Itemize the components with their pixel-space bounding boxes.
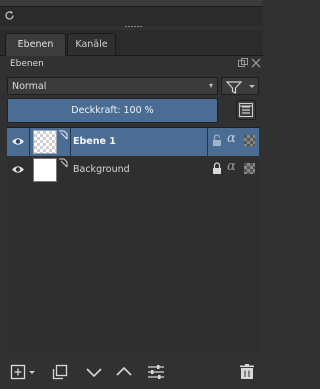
properties-icon	[148, 365, 164, 379]
inherit-alpha-icon[interactable]	[244, 135, 255, 146]
tab-kanaele-label: Kanäle	[75, 39, 108, 50]
opacity-slider[interactable]: Deckkraft: 100 %	[7, 98, 218, 123]
alpha-icon[interactable]: α	[227, 159, 236, 174]
scroll-strip	[0, 0, 263, 7]
row-divider	[207, 128, 208, 156]
move-down-icon	[86, 368, 102, 378]
refresh-icon[interactable]	[4, 10, 15, 21]
close-icon[interactable]	[251, 58, 261, 68]
move-up-icon	[116, 366, 132, 376]
inherit-alpha-icon[interactable]	[244, 163, 255, 174]
row-divider	[70, 128, 71, 156]
layer-properties-button[interactable]	[146, 362, 166, 382]
resize-grip[interactable]	[125, 25, 145, 28]
tab-ebenen[interactable]: Ebenen	[5, 33, 66, 57]
tab-bar: Ebenen Kanäle	[0, 30, 263, 57]
layer-row[interactable]: Ebene 1 α	[7, 128, 259, 156]
filter-icon	[225, 81, 243, 94]
layer-pin-icon	[58, 130, 68, 140]
lock-icon[interactable]	[212, 162, 222, 175]
layer-thumbnail	[33, 158, 57, 182]
eye-icon[interactable]	[11, 137, 25, 146]
layer-pin-icon	[58, 158, 68, 168]
delete-icon	[240, 364, 254, 379]
delete-layer-button[interactable]	[237, 362, 257, 382]
float-icon[interactable]	[238, 58, 248, 68]
chevron-down-icon: ▾	[208, 81, 213, 90]
tab-kanaele[interactable]: Kanäle	[67, 33, 116, 55]
layer-thumbnail	[33, 130, 57, 154]
eye-icon[interactable]	[11, 165, 25, 174]
layer-list[interactable]: Ebene 1 α Background α	[7, 127, 259, 354]
layer-toolbar	[0, 356, 263, 389]
duplicate-icon	[55, 364, 68, 377]
layer-filter-button[interactable]	[221, 77, 259, 95]
docker-title: Ebenen	[10, 59, 44, 69]
layer-name[interactable]: Background	[73, 164, 130, 175]
blending-mode-value: Normal	[12, 81, 47, 92]
blending-mode-select[interactable]: Normal ▾	[7, 77, 218, 95]
layer-options-button[interactable]	[236, 100, 256, 120]
move-layer-up-button[interactable]	[114, 362, 134, 382]
row-divider	[29, 128, 30, 156]
duplicate-layer-button[interactable]	[50, 362, 70, 382]
layer-row[interactable]: Background α	[7, 156, 259, 184]
chevron-down-icon	[249, 85, 255, 88]
chevron-down-icon	[29, 371, 35, 374]
layer-name[interactable]: Ebene 1	[73, 136, 116, 147]
alpha-icon[interactable]: α	[227, 131, 236, 146]
opacity-label: Deckkraft: 100 %	[71, 105, 154, 116]
tab-ebenen-label: Ebenen	[17, 39, 54, 50]
add-layer-button[interactable]	[8, 362, 36, 382]
move-layer-down-button[interactable]	[84, 362, 104, 382]
unlock-icon[interactable]	[212, 134, 222, 147]
